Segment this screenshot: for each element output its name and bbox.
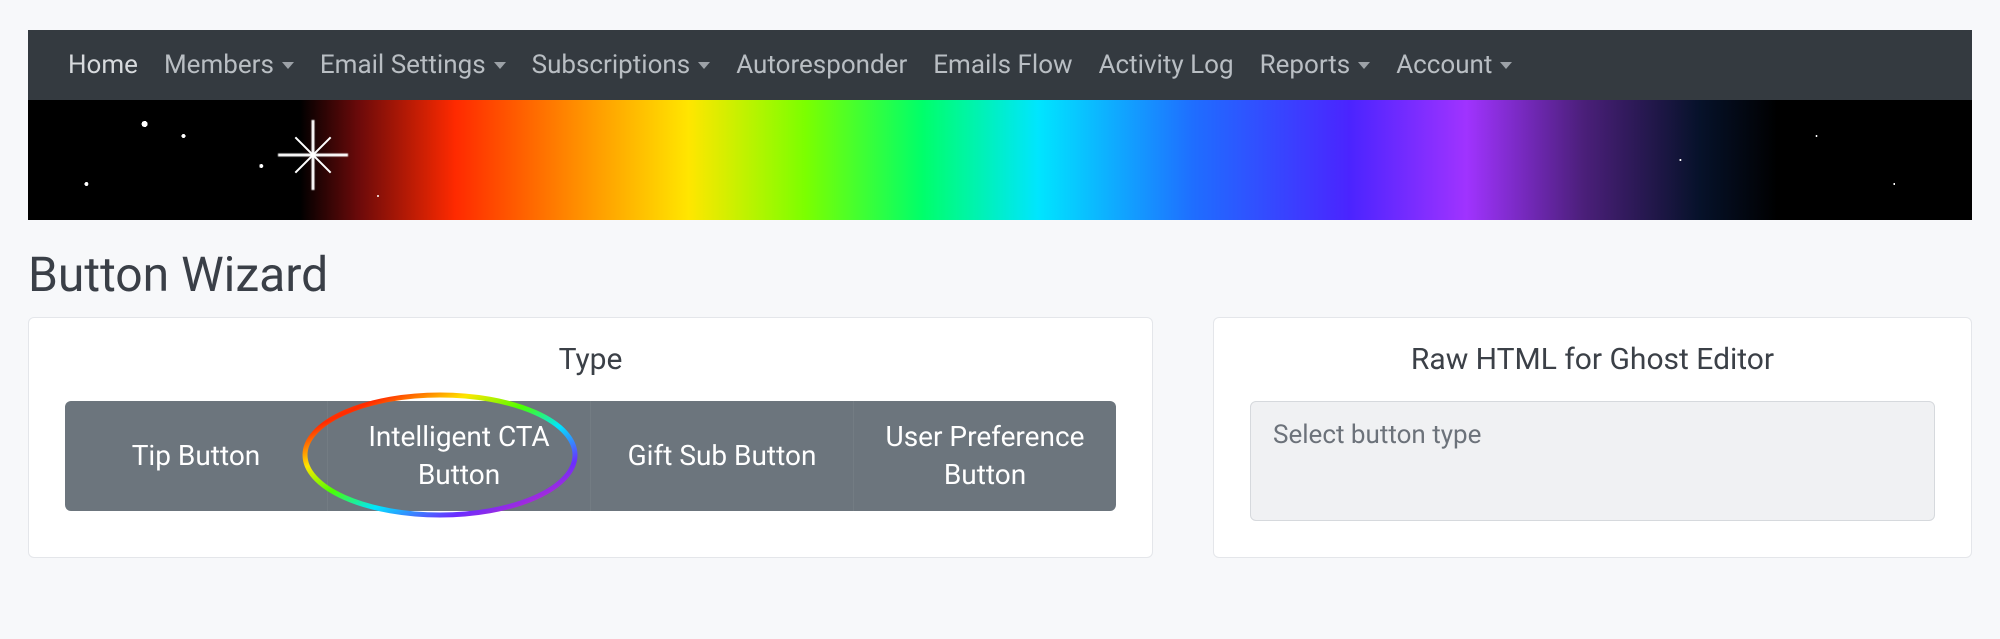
- nav-emails-flow[interactable]: Emails Flow: [933, 52, 1072, 78]
- type-option-gift-sub[interactable]: Gift Sub Button: [590, 401, 853, 511]
- nav-reports-label: Reports: [1260, 52, 1351, 78]
- output-panel-title: Raw HTML for Ghost Editor: [1250, 342, 1935, 377]
- nav-subscriptions[interactable]: Subscriptions: [532, 52, 711, 78]
- page-title: Button Wizard: [28, 246, 1972, 303]
- nav-email-settings[interactable]: Email Settings: [320, 52, 506, 78]
- type-option-gift-sub-label: Gift Sub Button: [628, 437, 817, 475]
- output-panel: Raw HTML for Ghost Editor Select button …: [1213, 317, 1972, 558]
- type-panel: Type Tip Button Intelligent CTA Button G…: [28, 317, 1153, 558]
- chevron-down-icon: [494, 62, 506, 69]
- chevron-down-icon: [698, 62, 710, 69]
- type-panel-title: Type: [65, 342, 1116, 377]
- main-navbar: Home Members Email Settings Subscription…: [28, 30, 1972, 100]
- output-placeholder: Select button type: [1273, 420, 1481, 450]
- nav-account-label: Account: [1396, 52, 1492, 78]
- nav-activity-log-label: Activity Log: [1099, 52, 1234, 78]
- type-option-user-preference-label: User Preference Button: [868, 418, 1102, 494]
- type-option-user-preference[interactable]: User Preference Button: [853, 401, 1116, 511]
- star-icon: [278, 120, 348, 190]
- nav-account[interactable]: Account: [1396, 52, 1512, 78]
- type-option-intelligent-cta-label: Intelligent CTA Button: [342, 418, 576, 494]
- nav-email-settings-label: Email Settings: [320, 52, 486, 78]
- nav-activity-log[interactable]: Activity Log: [1099, 52, 1234, 78]
- nav-emails-flow-label: Emails Flow: [933, 52, 1072, 78]
- nav-home-label: Home: [68, 52, 138, 78]
- nav-reports[interactable]: Reports: [1260, 52, 1371, 78]
- header-banner: [28, 100, 1972, 220]
- nav-autoresponder[interactable]: Autoresponder: [736, 52, 907, 78]
- nav-home[interactable]: Home: [68, 52, 138, 78]
- chevron-down-icon: [1358, 62, 1370, 69]
- nav-subscriptions-label: Subscriptions: [532, 52, 691, 78]
- type-option-tip-label: Tip Button: [132, 437, 261, 475]
- type-option-tip[interactable]: Tip Button: [65, 401, 327, 511]
- type-button-group: Tip Button Intelligent CTA Button Gift S…: [65, 401, 1116, 511]
- nav-members-label: Members: [164, 52, 274, 78]
- chevron-down-icon: [1500, 62, 1512, 69]
- output-html-box[interactable]: Select button type: [1250, 401, 1935, 521]
- nav-members[interactable]: Members: [164, 52, 294, 78]
- nav-autoresponder-label: Autoresponder: [736, 52, 907, 78]
- type-option-intelligent-cta[interactable]: Intelligent CTA Button: [327, 401, 590, 511]
- chevron-down-icon: [282, 62, 294, 69]
